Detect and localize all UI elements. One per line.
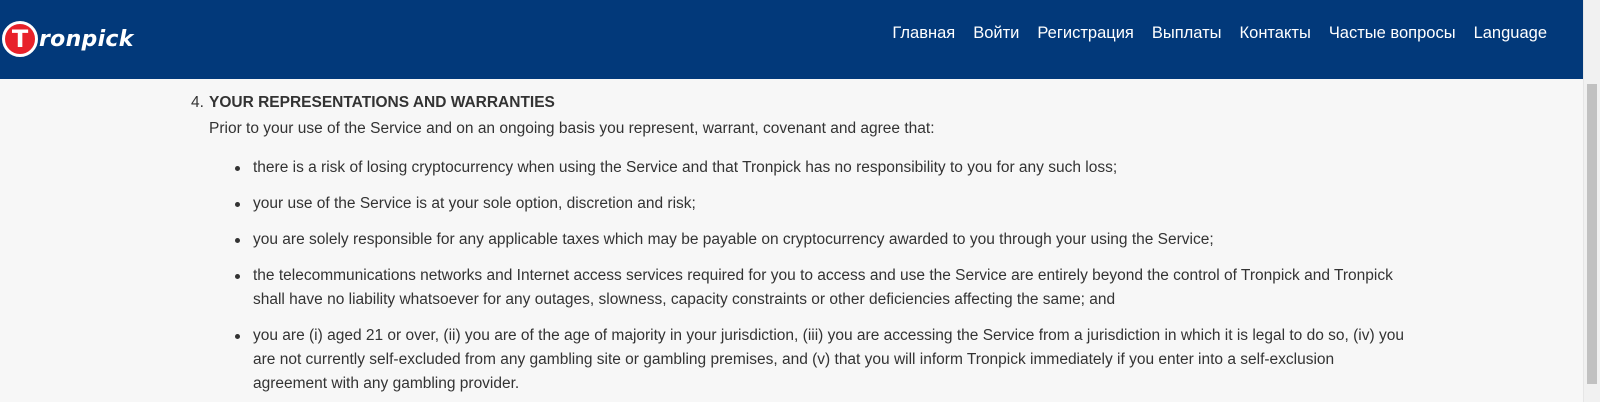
section-title: YOUR REPRESENTATIONS AND WARRANTIES bbox=[209, 94, 555, 111]
logo-mark-icon: T bbox=[2, 21, 38, 57]
scrollbar-thumb[interactable] bbox=[1587, 84, 1597, 384]
list-item: the telecommunications networks and Inte… bbox=[235, 264, 1411, 312]
nav-login[interactable]: Войти bbox=[973, 22, 1019, 44]
section-intro: Prior to your use of the Service and on … bbox=[209, 120, 935, 137]
nav-payouts[interactable]: Выплаты bbox=[1152, 22, 1222, 44]
section-heading: 4. YOUR REPRESENTATIONS AND WARRANTIES bbox=[191, 92, 1411, 114]
list-item: there is a risk of losing cryptocurrency… bbox=[235, 156, 1411, 180]
site-header: T ronpick Главная Войти Регистрация Выпл… bbox=[0, 0, 1583, 79]
warranties-list: there is a risk of losing cryptocurrency… bbox=[235, 156, 1411, 396]
nav-faq[interactable]: Частые вопросы bbox=[1329, 22, 1456, 44]
list-item: your use of the Service is at your sole … bbox=[235, 192, 1411, 216]
list-item: you are solely responsible for any appli… bbox=[235, 228, 1411, 252]
section-number: 4. bbox=[191, 94, 204, 111]
nav-language[interactable]: Language bbox=[1474, 22, 1547, 44]
logo-text: ronpick bbox=[39, 26, 134, 52]
tronpick-logo[interactable]: T ronpick bbox=[2, 20, 134, 58]
main-nav: Главная Войти Регистрация Выплаты Контак… bbox=[892, 22, 1547, 44]
list-item: you are (i) aged 21 or over, (ii) you ar… bbox=[235, 324, 1411, 396]
nav-home[interactable]: Главная bbox=[892, 22, 955, 44]
terms-content: 4. YOUR REPRESENTATIONS AND WARRANTIES P… bbox=[191, 92, 1411, 402]
vertical-scrollbar[interactable] bbox=[1583, 0, 1600, 402]
nav-register[interactable]: Регистрация bbox=[1037, 22, 1133, 44]
nav-contacts[interactable]: Контакты bbox=[1240, 22, 1311, 44]
